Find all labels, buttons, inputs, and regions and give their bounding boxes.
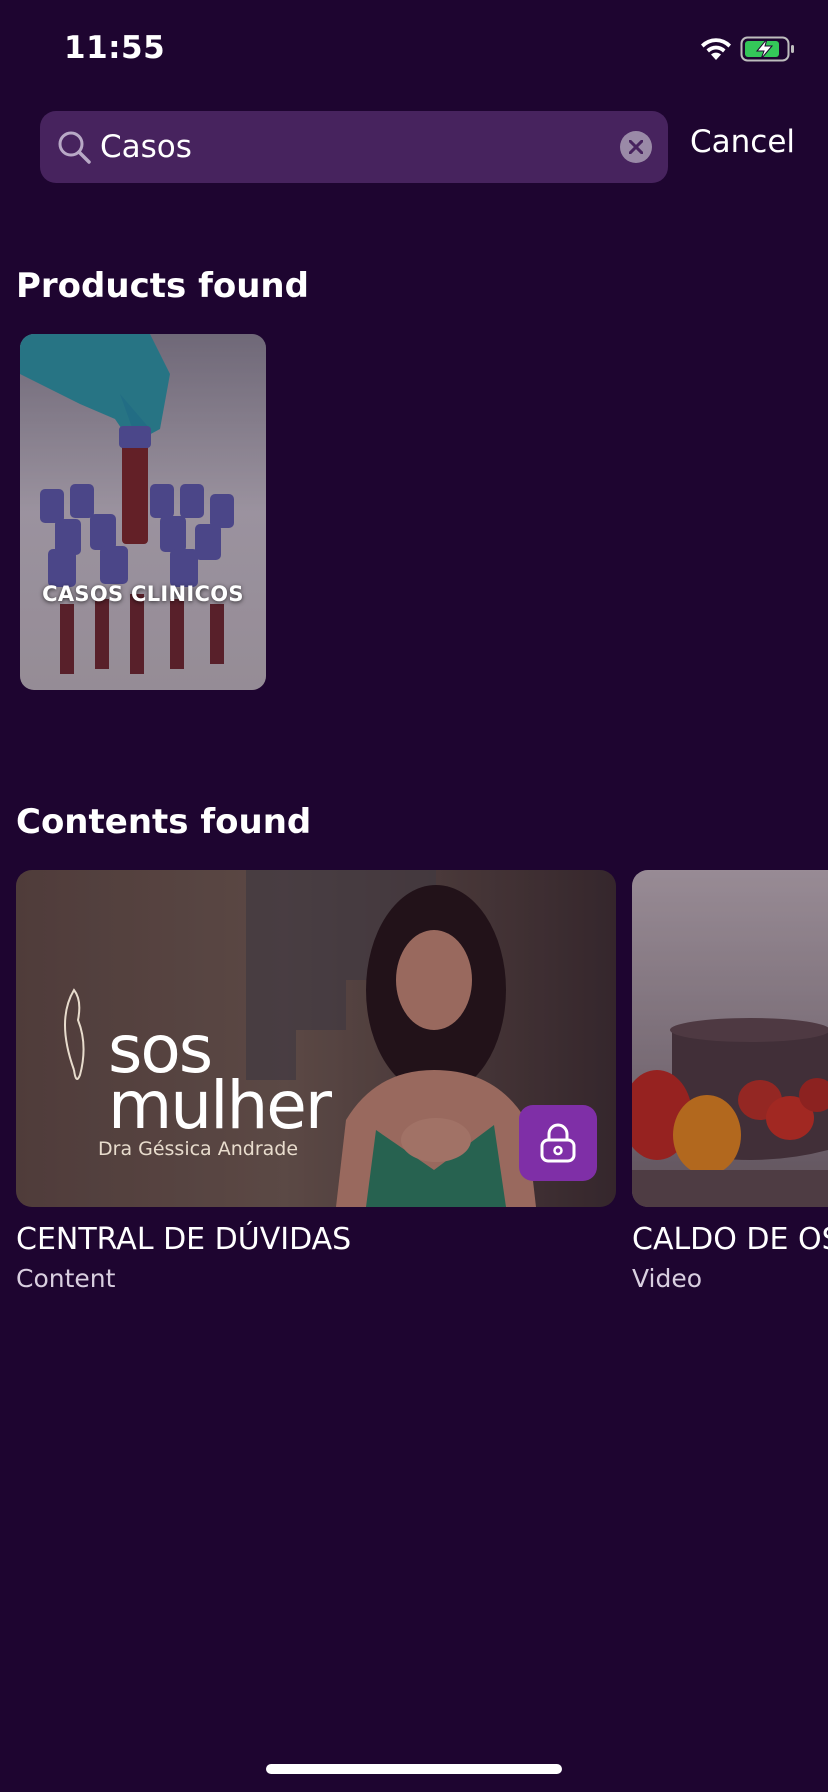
clear-search-button[interactable] [620, 131, 652, 163]
products-section-title: Products found [16, 266, 309, 306]
lock-button[interactable] [519, 1105, 597, 1181]
content-title: CENTRAL DE DÚVIDAS [16, 1222, 352, 1257]
brand-subtitle: Dra Géssica Andrade [98, 1138, 299, 1160]
search-bar[interactable] [40, 111, 668, 183]
search-screen: 11:55 Cancel Products found [0, 0, 828, 1792]
cancel-button[interactable]: Cancel [690, 124, 795, 160]
wifi-icon [701, 38, 731, 60]
content-title: CALDO DE OS [632, 1222, 828, 1257]
battery-charging-icon [740, 36, 794, 62]
status-time: 11:55 [64, 30, 166, 66]
contents-section-title: Contents found [16, 802, 312, 842]
content-thumbnail [632, 870, 828, 1207]
close-icon [629, 140, 643, 154]
thumbnail-image [632, 870, 828, 1207]
search-input[interactable] [100, 111, 600, 183]
search-icon [58, 131, 91, 164]
product-card-casos-clinicos[interactable]: CASOS CLINICOS [20, 334, 266, 690]
product-thumbnail [20, 334, 266, 690]
product-label: CASOS CLINICOS [42, 582, 244, 606]
lock-icon [540, 1123, 576, 1163]
content-type: Video [632, 1264, 703, 1293]
home-indicator[interactable] [266, 1764, 562, 1774]
brand-logo-text: sos mulher [108, 1011, 332, 1144]
content-thumbnail: sos mulher Dra Géssica Andrade [16, 870, 616, 1207]
content-type: Content [16, 1264, 116, 1293]
